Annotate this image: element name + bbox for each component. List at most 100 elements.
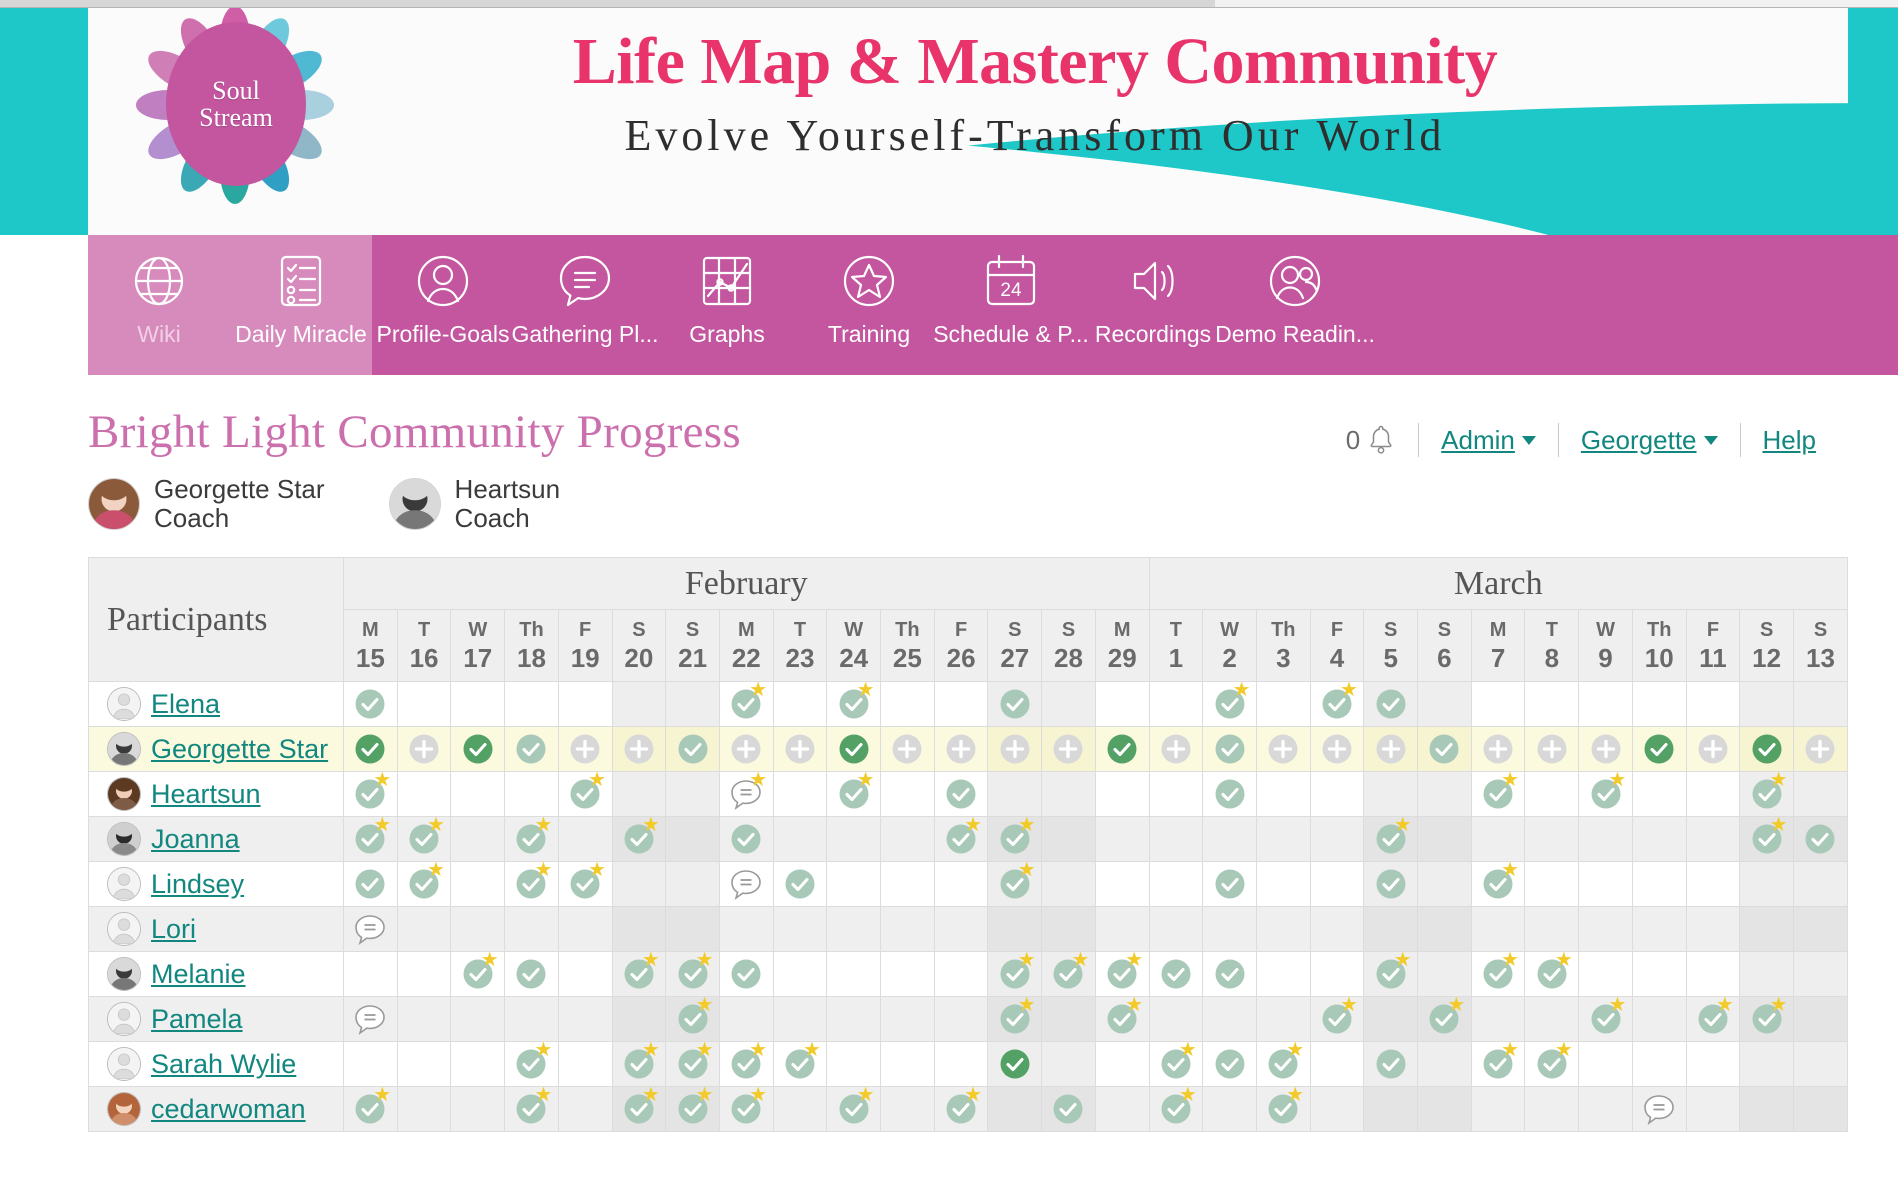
progress-cell[interactable] <box>1309 951 1365 998</box>
progress-cell[interactable] <box>1202 951 1257 998</box>
progress-cell[interactable]: ★ <box>611 950 667 998</box>
progress-cell[interactable] <box>1685 951 1741 998</box>
progress-cell[interactable] <box>396 906 452 953</box>
progress-cell[interactable] <box>1524 861 1580 908</box>
progress-cell[interactable] <box>1309 771 1365 818</box>
cell-mark[interactable]: ★ <box>353 1085 391 1126</box>
progress-cell[interactable] <box>826 906 882 953</box>
help-link[interactable]: Help <box>1741 425 1838 456</box>
progress-cell[interactable] <box>1792 681 1849 728</box>
cell-mark[interactable]: ★ <box>1750 995 1788 1036</box>
progress-cell[interactable] <box>933 726 989 773</box>
progress-cell[interactable]: ★ <box>933 815 989 863</box>
progress-cell[interactable]: ★ <box>1524 1040 1580 1088</box>
progress-cell[interactable] <box>1041 1086 1096 1133</box>
progress-cell[interactable] <box>1417 1041 1472 1088</box>
participant-link[interactable]: Melanie <box>151 959 246 990</box>
progress-cell[interactable] <box>1578 1041 1633 1088</box>
cell-mark[interactable] <box>1642 1092 1676 1126</box>
progress-cell[interactable] <box>826 1041 882 1088</box>
progress-cell[interactable] <box>504 951 559 998</box>
cell-mark[interactable]: ★ <box>837 680 875 721</box>
cell-mark[interactable] <box>461 732 495 766</box>
progress-cell[interactable] <box>1631 681 1687 728</box>
progress-cell[interactable] <box>343 1041 398 1088</box>
progress-cell[interactable]: ★ <box>611 815 667 863</box>
progress-cell[interactable] <box>1255 681 1311 728</box>
progress-cell[interactable] <box>665 681 720 728</box>
cell-mark[interactable]: ★ <box>729 1040 767 1081</box>
progress-cell[interactable] <box>987 771 1043 818</box>
cell-mark[interactable]: ★ <box>568 860 606 901</box>
cell-mark[interactable]: ★ <box>1535 1040 1573 1081</box>
progress-cell[interactable] <box>1041 681 1096 728</box>
progress-cell[interactable] <box>665 906 720 953</box>
cell-mark[interactable] <box>1159 732 1193 766</box>
cell-mark[interactable] <box>1213 732 1247 766</box>
admin-menu[interactable]: Admin <box>1419 425 1558 456</box>
progress-cell[interactable] <box>880 951 935 998</box>
progress-cell[interactable]: ★ <box>826 1085 882 1133</box>
progress-cell[interactable] <box>557 1041 613 1088</box>
progress-cell[interactable] <box>1309 861 1365 908</box>
progress-cell[interactable] <box>1631 771 1687 818</box>
progress-cell[interactable] <box>1631 1086 1687 1133</box>
progress-cell[interactable] <box>772 816 828 863</box>
progress-cell[interactable] <box>1255 861 1311 908</box>
cell-mark[interactable] <box>407 732 441 766</box>
progress-cell[interactable] <box>1578 906 1633 953</box>
progress-cell[interactable] <box>1148 681 1204 728</box>
nav-item-recordings[interactable]: Recordings <box>1082 235 1224 375</box>
progress-cell[interactable]: ★ <box>343 815 398 863</box>
progress-cell[interactable]: ★ <box>1739 995 1794 1043</box>
progress-cell[interactable] <box>1524 1086 1580 1133</box>
progress-cell[interactable] <box>557 996 613 1043</box>
cell-mark[interactable]: ★ <box>622 815 660 856</box>
progress-cell[interactable] <box>1739 726 1794 773</box>
cell-mark[interactable]: ★ <box>998 860 1036 901</box>
progress-cell[interactable]: ★ <box>557 770 613 818</box>
progress-cell[interactable] <box>343 681 398 728</box>
progress-cell[interactable] <box>1255 996 1311 1043</box>
progress-cell[interactable] <box>1041 996 1096 1043</box>
cell-mark[interactable]: ★ <box>729 1085 767 1126</box>
progress-cell[interactable] <box>1255 816 1311 863</box>
progress-cell[interactable] <box>880 1041 935 1088</box>
cell-mark[interactable] <box>1750 732 1784 766</box>
progress-cell[interactable]: ★ <box>718 680 774 728</box>
cell-mark[interactable]: ★ <box>1105 950 1143 991</box>
cell-mark[interactable]: ★ <box>353 770 391 811</box>
progress-cell[interactable] <box>504 726 559 773</box>
progress-cell[interactable] <box>1417 771 1472 818</box>
progress-cell[interactable] <box>1524 771 1580 818</box>
cell-mark[interactable] <box>1374 732 1408 766</box>
progress-cell[interactable] <box>1255 906 1311 953</box>
progress-cell[interactable] <box>1578 861 1633 908</box>
progress-cell[interactable] <box>1041 1041 1096 1088</box>
progress-cell[interactable] <box>1094 771 1150 818</box>
progress-cell[interactable] <box>933 861 989 908</box>
progress-cell[interactable] <box>1631 726 1687 773</box>
cell-mark[interactable]: ★ <box>1696 995 1734 1036</box>
cell-mark[interactable] <box>1213 1047 1247 1081</box>
progress-cell[interactable] <box>1148 906 1204 953</box>
progress-cell[interactable] <box>1739 681 1794 728</box>
progress-cell[interactable] <box>665 771 720 818</box>
progress-cell[interactable]: ★ <box>504 860 559 908</box>
cell-mark[interactable] <box>944 777 978 811</box>
progress-cell[interactable] <box>396 996 452 1043</box>
progress-cell[interactable] <box>450 1041 506 1088</box>
cell-mark[interactable]: ★ <box>514 1040 552 1081</box>
progress-cell[interactable] <box>826 726 882 773</box>
progress-cell[interactable] <box>826 951 882 998</box>
progress-cell[interactable] <box>1363 1086 1419 1133</box>
cell-mark[interactable]: ★ <box>514 815 552 856</box>
progress-cell[interactable] <box>1148 996 1204 1043</box>
progress-cell[interactable]: ★ <box>1470 860 1526 908</box>
soul-stream-logo[interactable]: Soul Stream <box>130 8 340 210</box>
progress-cell[interactable] <box>1202 861 1257 908</box>
cell-mark[interactable]: ★ <box>1320 680 1358 721</box>
progress-cell[interactable] <box>1792 771 1849 818</box>
progress-cell[interactable] <box>1631 906 1687 953</box>
cell-mark[interactable] <box>676 732 710 766</box>
